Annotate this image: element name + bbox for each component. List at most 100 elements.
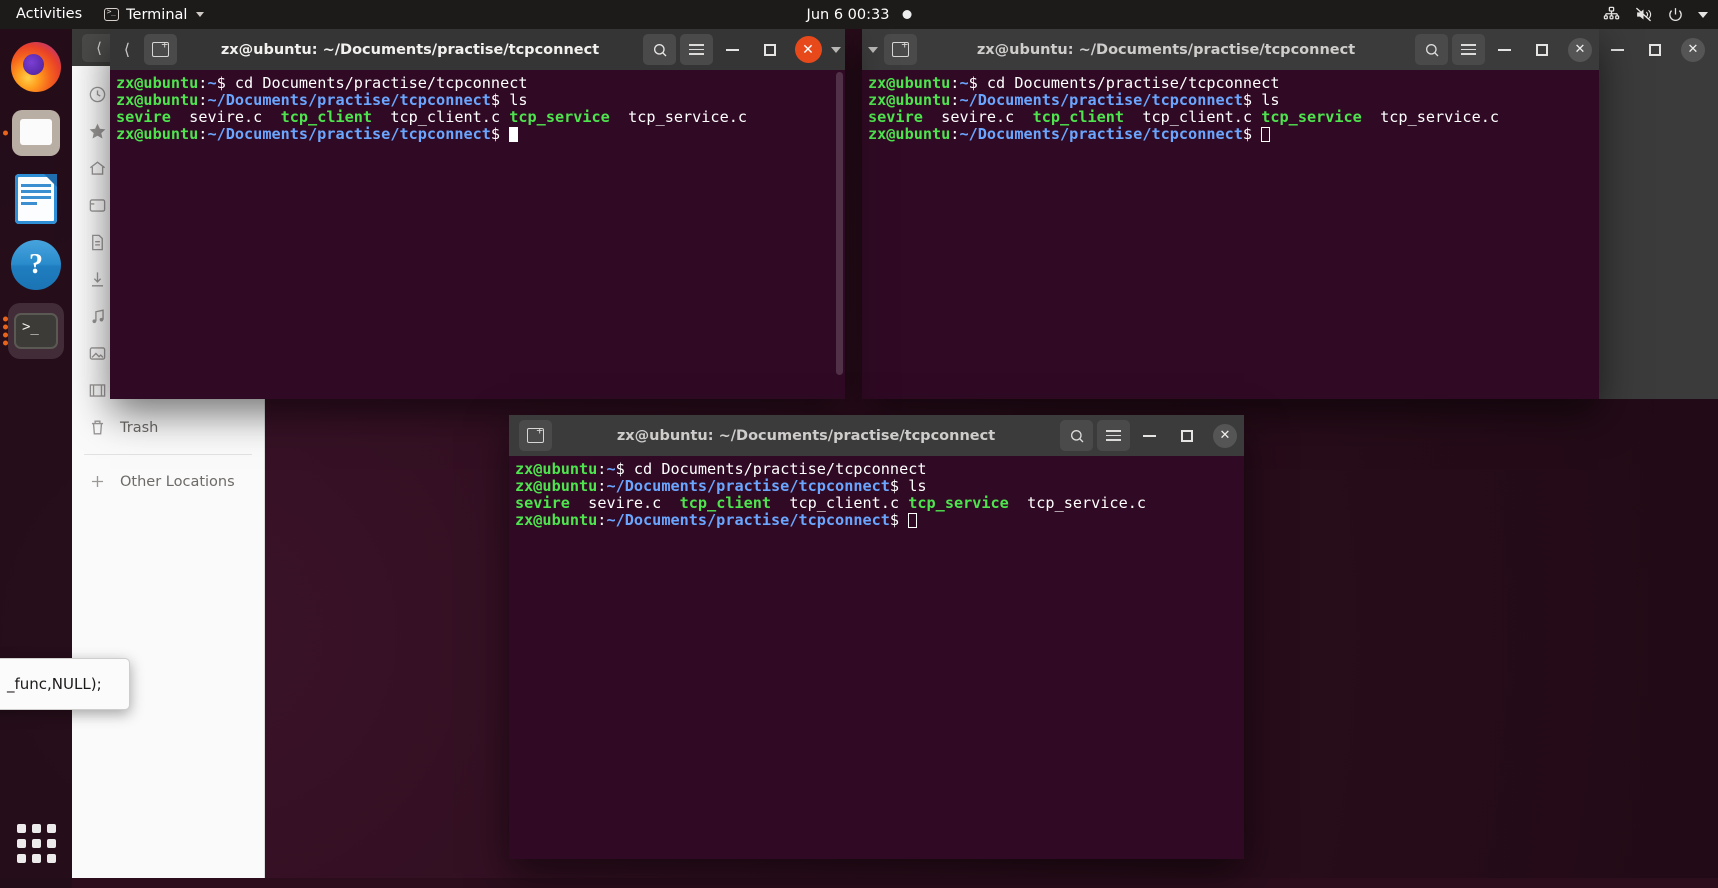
prompt-dollar: $ (889, 511, 909, 529)
maximize-button[interactable] (751, 29, 789, 70)
prompt-dollar: $ (889, 477, 909, 495)
menu-button[interactable] (680, 34, 713, 65)
prompt-user: zx@ubuntu (868, 74, 951, 92)
file-entry: tcp_service (908, 494, 1009, 512)
network-icon (1603, 6, 1620, 20)
dock-item-firefox[interactable] (8, 39, 64, 95)
close-button[interactable]: ✕ (1206, 415, 1244, 456)
activities-button[interactable]: Activities (0, 0, 94, 29)
sidebar-item-trash[interactable]: Trash (72, 409, 264, 446)
power-icon (1669, 8, 1682, 22)
dock-item-files[interactable] (3, 105, 64, 161)
menu-button[interactable] (1097, 420, 1130, 451)
terminal-line: zx@ubuntu:~/Documents/practise/tcpconnec… (515, 478, 1244, 495)
search-button[interactable] (643, 34, 676, 65)
new-tab-button[interactable] (884, 34, 917, 65)
file-entry: tcp_service (509, 108, 610, 126)
search-button[interactable] (1060, 420, 1093, 451)
dock-item-libreoffice-impress[interactable] (8, 171, 64, 227)
new-tab-icon (527, 424, 544, 443)
close-button[interactable]: ✕ (789, 29, 827, 70)
terminal-icon (104, 7, 120, 21)
show-applications-button[interactable] (13, 820, 59, 866)
new-tab-button[interactable] (519, 420, 552, 451)
terminal-window-3[interactable]: zx@ubuntu: ~/Documents/practise/tcpconne… (509, 415, 1244, 859)
terminal-window-1[interactable]: ⟨ zx@ubuntu: ~/Documents/practise/tcpcon… (110, 29, 845, 399)
clock-area[interactable]: Jun 6 00:33 (807, 7, 912, 23)
background-terminal-window[interactable]: ✕ (1598, 29, 1718, 399)
terminal-running-dots (3, 316, 8, 346)
titlebar[interactable]: zx@ubuntu: ~/Documents/practise/tcpconne… (862, 29, 1599, 70)
tooltip-text: _func,NULL); (7, 675, 102, 693)
terminal-scrollbar[interactable] (836, 72, 843, 375)
terminal-cursor (908, 513, 918, 528)
minimize-button[interactable] (1598, 29, 1636, 70)
dock-item-help[interactable]: ? (8, 237, 64, 293)
minimize-button[interactable] (1485, 29, 1523, 70)
command-text: cd Documents/practise/tcpconnect (633, 460, 927, 478)
titlebar[interactable]: ⟨ zx@ubuntu: ~/Documents/practise/tcpcon… (110, 29, 845, 70)
help-icon: ? (11, 240, 61, 290)
code-tooltip-popup: _func,NULL); (0, 658, 130, 710)
terminal-output[interactable]: zx@ubuntu:~$ cd Documents/practise/tcpco… (110, 70, 845, 399)
terminal-output[interactable]: zx@ubuntu:~$ cd Documents/practise/tcpco… (509, 456, 1244, 859)
prompt-user: zx@ubuntu (515, 477, 598, 495)
command-text: cd Documents/practise/tcpconnect (234, 74, 528, 92)
file-entry: tcp_client.c (789, 494, 900, 512)
file-entry: sevire (868, 108, 923, 126)
menu-button[interactable] (1452, 34, 1485, 65)
gnome-top-bar: Activities Terminal Jun 6 00:33 (0, 0, 1718, 29)
terminal-line-ls-output: sevire sevire.c tcp_client tcp_client.c … (116, 109, 845, 126)
back-button[interactable]: ⟨ (110, 29, 144, 70)
file-entry: tcp_client (280, 108, 373, 126)
close-button[interactable]: ✕ (1674, 29, 1712, 70)
titlebar[interactable]: ✕ (1598, 29, 1718, 70)
search-button[interactable] (1415, 34, 1448, 65)
prompt-path: ~/Documents/practise/tcpconnect (959, 91, 1243, 109)
window-title: zx@ubuntu: ~/Documents/practise/tcpconne… (220, 41, 600, 58)
minimize-button[interactable] (713, 29, 751, 70)
maximize-button[interactable] (1523, 29, 1561, 70)
prompt-dollar: $ (1242, 125, 1262, 143)
new-tab-icon (152, 38, 169, 57)
hamburger-menu-icon (1106, 430, 1121, 441)
command-text: ls (908, 477, 927, 495)
window-menu-caret[interactable] (827, 46, 845, 53)
file-entry: tcp_service.c (1380, 108, 1500, 126)
prompt-dollar: $ (1242, 91, 1262, 109)
maximize-button[interactable] (1168, 415, 1206, 456)
dock-item-terminal[interactable] (3, 303, 64, 359)
file-entry: tcp_client.c (390, 108, 501, 126)
maximize-button[interactable] (1636, 29, 1674, 70)
file-entry: tcp_client.c (1142, 108, 1253, 126)
minimize-button[interactable] (1130, 415, 1168, 456)
sidebar-divider (84, 454, 252, 455)
prompt-path: ~/Documents/practise/tcpconnect (606, 477, 890, 495)
search-icon (1425, 43, 1438, 56)
terminal-cursor (1261, 127, 1271, 142)
app-menu-label: Terminal (126, 6, 188, 23)
system-tray[interactable] (1603, 6, 1708, 23)
app-menu-terminal[interactable]: Terminal (94, 7, 214, 23)
new-tab-button[interactable] (144, 34, 177, 65)
prompt-user: zx@ubuntu (116, 91, 199, 109)
titlebar[interactable]: zx@ubuntu: ~/Documents/practise/tcpconne… (509, 415, 1244, 456)
file-entry: sevire.c (189, 108, 263, 126)
sidebar-item-other-locations[interactable]: Other Locations (72, 463, 264, 500)
command-text: cd Documents/practise/tcpconnect (986, 74, 1280, 92)
close-button[interactable]: ✕ (1561, 29, 1599, 70)
tab-dropdown-icon[interactable] (862, 46, 884, 53)
impress-icon (15, 174, 57, 224)
search-icon (1070, 429, 1083, 442)
prompt-user: zx@ubuntu (868, 91, 951, 109)
chevron-down-icon[interactable] (1698, 11, 1708, 18)
files-icon (12, 110, 60, 156)
file-entry: tcp_service (1261, 108, 1362, 126)
clock-label: Jun 6 00:33 (806, 6, 890, 23)
terminal-icon (14, 313, 58, 349)
file-entry: tcp_client (679, 494, 772, 512)
terminal-window-2[interactable]: zx@ubuntu: ~/Documents/practise/tcpconne… (862, 29, 1599, 399)
prompt-user: zx@ubuntu (868, 125, 951, 143)
recording-indicator-icon (902, 10, 912, 19)
terminal-output[interactable]: zx@ubuntu:~$ cd Documents/practise/tcpco… (862, 70, 1599, 399)
